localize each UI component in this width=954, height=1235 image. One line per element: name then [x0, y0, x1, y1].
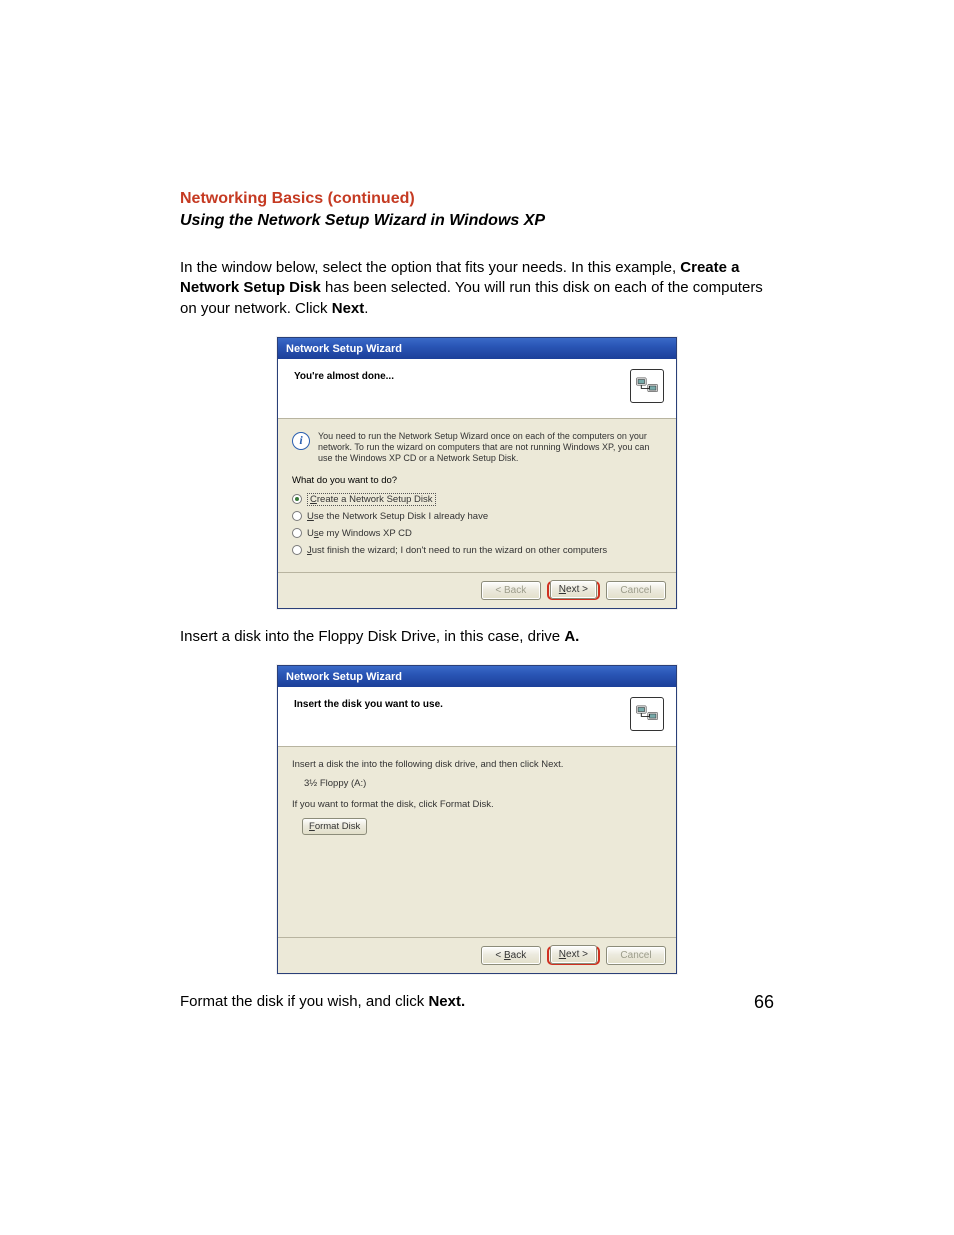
wizard-footer: < Back Next > Cancel — [278, 937, 676, 973]
back-button[interactable]: < Back — [481, 581, 541, 600]
section-heading: Networking Basics (continued) — [180, 190, 774, 208]
cancel-button[interactable]: Cancel — [606, 946, 666, 965]
next-button-highlight: Next > — [547, 581, 600, 600]
radio-use-existing-disk[interactable]: Use the Network Setup Disk I already hav… — [292, 511, 662, 522]
radio-create-disk[interactable]: Create a Network Setup Disk — [292, 494, 662, 505]
radio-icon — [292, 494, 302, 504]
wizard-header-text: Insert the disk you want to use. — [294, 697, 443, 710]
wizard-dialog-1: Network Setup Wizard You're almost done.… — [277, 337, 677, 609]
paragraph-1: In the window below, select the option t… — [180, 258, 774, 319]
back-button[interactable]: < Back — [481, 946, 541, 965]
next-button-highlight: Next > — [547, 946, 600, 965]
wizard-footer: < Back Next > Cancel — [278, 572, 676, 608]
radio-use-xp-cd[interactable]: Use my Windows XP CD — [292, 528, 662, 539]
paragraph-2: Insert a disk into the Floppy Disk Drive… — [180, 627, 774, 647]
radio-icon — [292, 511, 302, 521]
drive-label: 3½ Floppy (A:) — [304, 778, 662, 789]
format-hint-text: If you want to format the disk, click Fo… — [292, 799, 662, 810]
info-icon: i — [292, 432, 310, 450]
wizard-titlebar: Network Setup Wizard — [278, 666, 676, 687]
paragraph-3: Format the disk if you wish, and click N… — [180, 992, 465, 1012]
info-text: You need to run the Network Setup Wizard… — [318, 431, 662, 465]
next-button[interactable]: Next > — [550, 580, 597, 599]
page-number: 66 — [754, 992, 774, 1013]
wizard-header-text: You're almost done... — [294, 369, 394, 382]
radio-just-finish[interactable]: Just finish the wizard; I don't need to … — [292, 545, 662, 556]
insert-disk-text: Insert a disk the into the following dis… — [292, 759, 662, 770]
wizard-header: You're almost done... — [278, 359, 676, 419]
wizard-titlebar: Network Setup Wizard — [278, 338, 676, 359]
radio-icon — [292, 528, 302, 538]
wizard-header: Insert the disk you want to use. — [278, 687, 676, 747]
next-button[interactable]: Next > — [550, 945, 597, 964]
radio-icon — [292, 545, 302, 555]
cancel-button[interactable]: Cancel — [606, 581, 666, 600]
subsection-heading: Using the Network Setup Wizard in Window… — [180, 212, 774, 230]
prompt-text: What do you want to do? — [292, 475, 662, 486]
network-computers-icon — [630, 697, 664, 731]
format-disk-button[interactable]: Format Disk — [302, 818, 367, 835]
network-computers-icon — [630, 369, 664, 403]
wizard-dialog-2: Network Setup Wizard Insert the disk you… — [277, 665, 677, 974]
